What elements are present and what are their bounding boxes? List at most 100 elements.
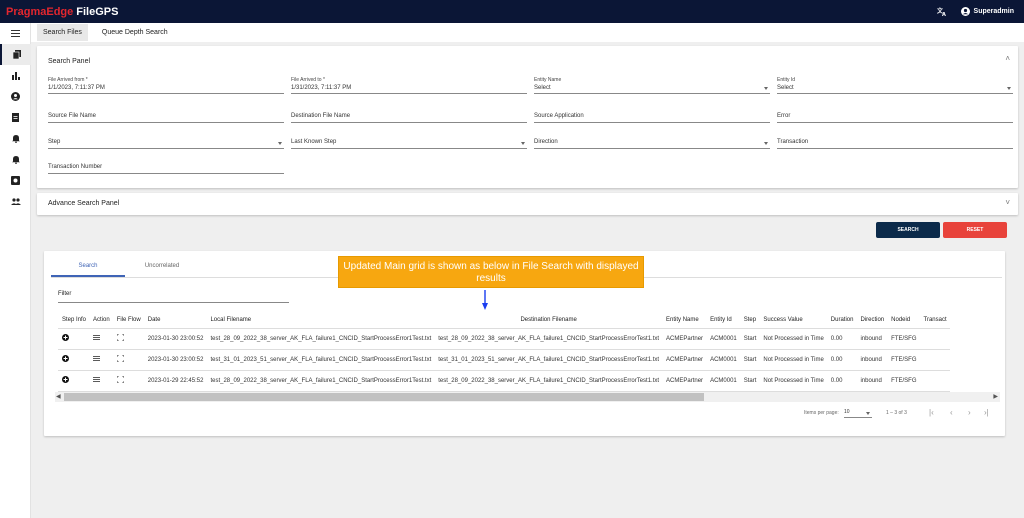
transaction-number-field[interactable]: Transaction Number bbox=[48, 158, 284, 174]
cell-entity-id: ACM0001 bbox=[706, 328, 740, 350]
results-tabs: Search Uncorrelated bbox=[51, 259, 199, 277]
column-header[interactable]: Nodeid bbox=[887, 312, 920, 329]
scroll-right-icon[interactable]: ▶ bbox=[993, 393, 998, 400]
error-field[interactable]: Error bbox=[777, 107, 1013, 123]
fullscreen-icon[interactable] bbox=[112, 370, 144, 392]
monitor-icon[interactable] bbox=[0, 170, 31, 191]
search-button[interactable]: SEARCH bbox=[876, 222, 940, 238]
column-header[interactable]: Transact bbox=[919, 312, 950, 329]
table-row[interactable]: 2023-01-29 22:45:52 test_28_09_2022_38_s… bbox=[58, 370, 950, 392]
fullscreen-icon[interactable] bbox=[112, 349, 144, 371]
cell-transaction bbox=[919, 328, 950, 350]
table-row[interactable]: 2023-01-30 23:00:52 test_31_01_2023_51_s… bbox=[58, 349, 950, 371]
account-circle-icon bbox=[960, 7, 970, 16]
menu-icon[interactable] bbox=[0, 23, 31, 44]
group-icon[interactable] bbox=[0, 191, 31, 212]
column-header[interactable]: Success Value bbox=[759, 312, 827, 329]
translate-icon[interactable]: 文A bbox=[937, 7, 947, 16]
entity-name-select[interactable]: Entity Name Select bbox=[534, 77, 770, 94]
cell-nodeid: FTE/SFG bbox=[887, 370, 920, 392]
user-menu[interactable]: Superadmin bbox=[960, 7, 1014, 16]
chevron-up-icon[interactable]: ˄ bbox=[1005, 54, 1010, 63]
advance-search-panel[interactable]: Advance Search Panel ˅ bbox=[37, 193, 1018, 215]
column-header[interactable]: Direction bbox=[856, 312, 888, 329]
tab-search-files[interactable]: Search Files bbox=[37, 24, 88, 41]
menu-lines-icon[interactable] bbox=[89, 349, 113, 371]
reset-button[interactable]: RESET bbox=[943, 222, 1007, 238]
entity-id-select[interactable]: Entity Id Select bbox=[777, 77, 1013, 94]
bell-icon[interactable] bbox=[0, 128, 31, 149]
chevron-down-icon[interactable]: ˅ bbox=[1005, 198, 1010, 207]
first-page-icon[interactable]: |‹ bbox=[929, 408, 934, 417]
step-placeholder: Step bbox=[48, 139, 61, 145]
add-circle-icon[interactable] bbox=[58, 370, 90, 392]
add-circle-icon[interactable] bbox=[58, 349, 90, 371]
file-arrived-to-field[interactable]: File Arrived to * 1/31/2023, 7:11:37 PM bbox=[291, 77, 527, 94]
tab-search[interactable]: Search bbox=[51, 259, 125, 277]
horizontal-scrollbar[interactable]: ◀ ▶ bbox=[55, 392, 1000, 402]
file-arrived-to-label: File Arrived to * bbox=[291, 77, 325, 83]
tab-queue-depth-search[interactable]: Queue Depth Search bbox=[96, 24, 174, 41]
items-per-page-value: 10 bbox=[844, 409, 850, 415]
file-arrived-from-value: 1/1/2023, 7:11:37 PM bbox=[48, 85, 105, 91]
cell-nodeid: FTE/SFG bbox=[887, 328, 920, 350]
column-header[interactable]: Entity Id bbox=[706, 312, 740, 329]
next-page-icon[interactable]: › bbox=[968, 408, 971, 417]
dropdown-arrow-icon bbox=[764, 142, 768, 145]
files-icon[interactable] bbox=[0, 44, 31, 65]
cell-destination-filename: test_28_09_2022_38_server_AK_FLA_failure… bbox=[434, 370, 663, 392]
column-header[interactable]: Entity Name bbox=[662, 312, 707, 329]
direction-placeholder: Direction bbox=[534, 139, 558, 145]
error-placeholder: Error bbox=[777, 113, 791, 119]
transaction-placeholder: Transaction bbox=[777, 139, 809, 145]
file-arrived-from-label: File Arrived from * bbox=[48, 77, 88, 83]
items-per-page-select[interactable]: 10 bbox=[844, 409, 872, 418]
dropdown-arrow-icon bbox=[866, 412, 870, 415]
column-header[interactable]: Step Info bbox=[58, 312, 90, 329]
cell-destination-filename: test_28_09_2022_38_server_AK_FLA_failure… bbox=[434, 328, 663, 350]
previous-page-icon[interactable]: ‹ bbox=[950, 408, 953, 417]
destination-file-name-placeholder: Destination File Name bbox=[291, 113, 351, 119]
source-file-name-field[interactable]: Source File Name bbox=[48, 107, 284, 123]
step-select[interactable]: Step bbox=[48, 133, 284, 149]
file-arrived-to-value: 1/31/2023, 7:11:37 PM bbox=[291, 85, 352, 91]
dropdown-arrow-icon bbox=[764, 87, 768, 90]
scroll-left-icon[interactable]: ◀ bbox=[56, 393, 61, 400]
alarm-icon[interactable] bbox=[0, 149, 31, 170]
fullscreen-icon[interactable] bbox=[112, 328, 144, 350]
table-row[interactable]: 2023-01-30 23:00:52 test_28_09_2022_38_s… bbox=[58, 328, 950, 350]
file-arrived-from-field[interactable]: File Arrived from * 1/1/2023, 7:11:37 PM bbox=[48, 77, 284, 94]
cell-date: 2023-01-29 22:45:52 bbox=[143, 370, 207, 392]
tab-uncorrelated[interactable]: Uncorrelated bbox=[125, 259, 199, 277]
filter-input[interactable]: Filter bbox=[58, 291, 289, 303]
cell-local-filename: test_31_01_2023_51_server_AK_FLA_failure… bbox=[206, 349, 435, 371]
cell-duration: 0.00 bbox=[826, 349, 857, 371]
source-application-field[interactable]: Source Application bbox=[534, 107, 770, 123]
cell-transaction bbox=[919, 370, 950, 392]
table-header-row: Step Info Action File Flow Date Local Fi… bbox=[58, 312, 950, 329]
column-header[interactable]: File Flow bbox=[112, 312, 144, 329]
account-icon[interactable] bbox=[0, 86, 31, 107]
sidebar bbox=[0, 23, 31, 518]
document-icon[interactable] bbox=[0, 107, 31, 128]
cell-duration: 0.00 bbox=[826, 370, 857, 392]
filter-placeholder: Filter bbox=[58, 291, 72, 297]
last-known-step-select[interactable]: Last Known Step bbox=[291, 133, 527, 149]
last-page-icon[interactable]: ›| bbox=[984, 408, 989, 417]
column-header[interactable]: Local Filename bbox=[206, 312, 435, 329]
menu-lines-icon[interactable] bbox=[89, 328, 113, 350]
chart-icon[interactable] bbox=[0, 65, 31, 86]
column-header[interactable]: Duration bbox=[826, 312, 857, 329]
direction-select[interactable]: Direction bbox=[534, 133, 770, 149]
add-circle-icon[interactable] bbox=[58, 328, 90, 350]
column-header[interactable]: Destination Filename bbox=[434, 312, 663, 329]
cell-step: Start bbox=[739, 370, 760, 392]
transaction-field[interactable]: Transaction bbox=[777, 133, 1013, 149]
destination-file-name-field[interactable]: Destination File Name bbox=[291, 107, 527, 123]
column-header[interactable]: Action bbox=[89, 312, 113, 329]
column-header[interactable]: Step bbox=[739, 312, 760, 329]
scrollbar-thumb[interactable] bbox=[64, 393, 704, 401]
column-header[interactable]: Date bbox=[143, 312, 207, 329]
page-range: 1 – 3 of 3 bbox=[886, 410, 907, 416]
menu-lines-icon[interactable] bbox=[89, 370, 113, 392]
